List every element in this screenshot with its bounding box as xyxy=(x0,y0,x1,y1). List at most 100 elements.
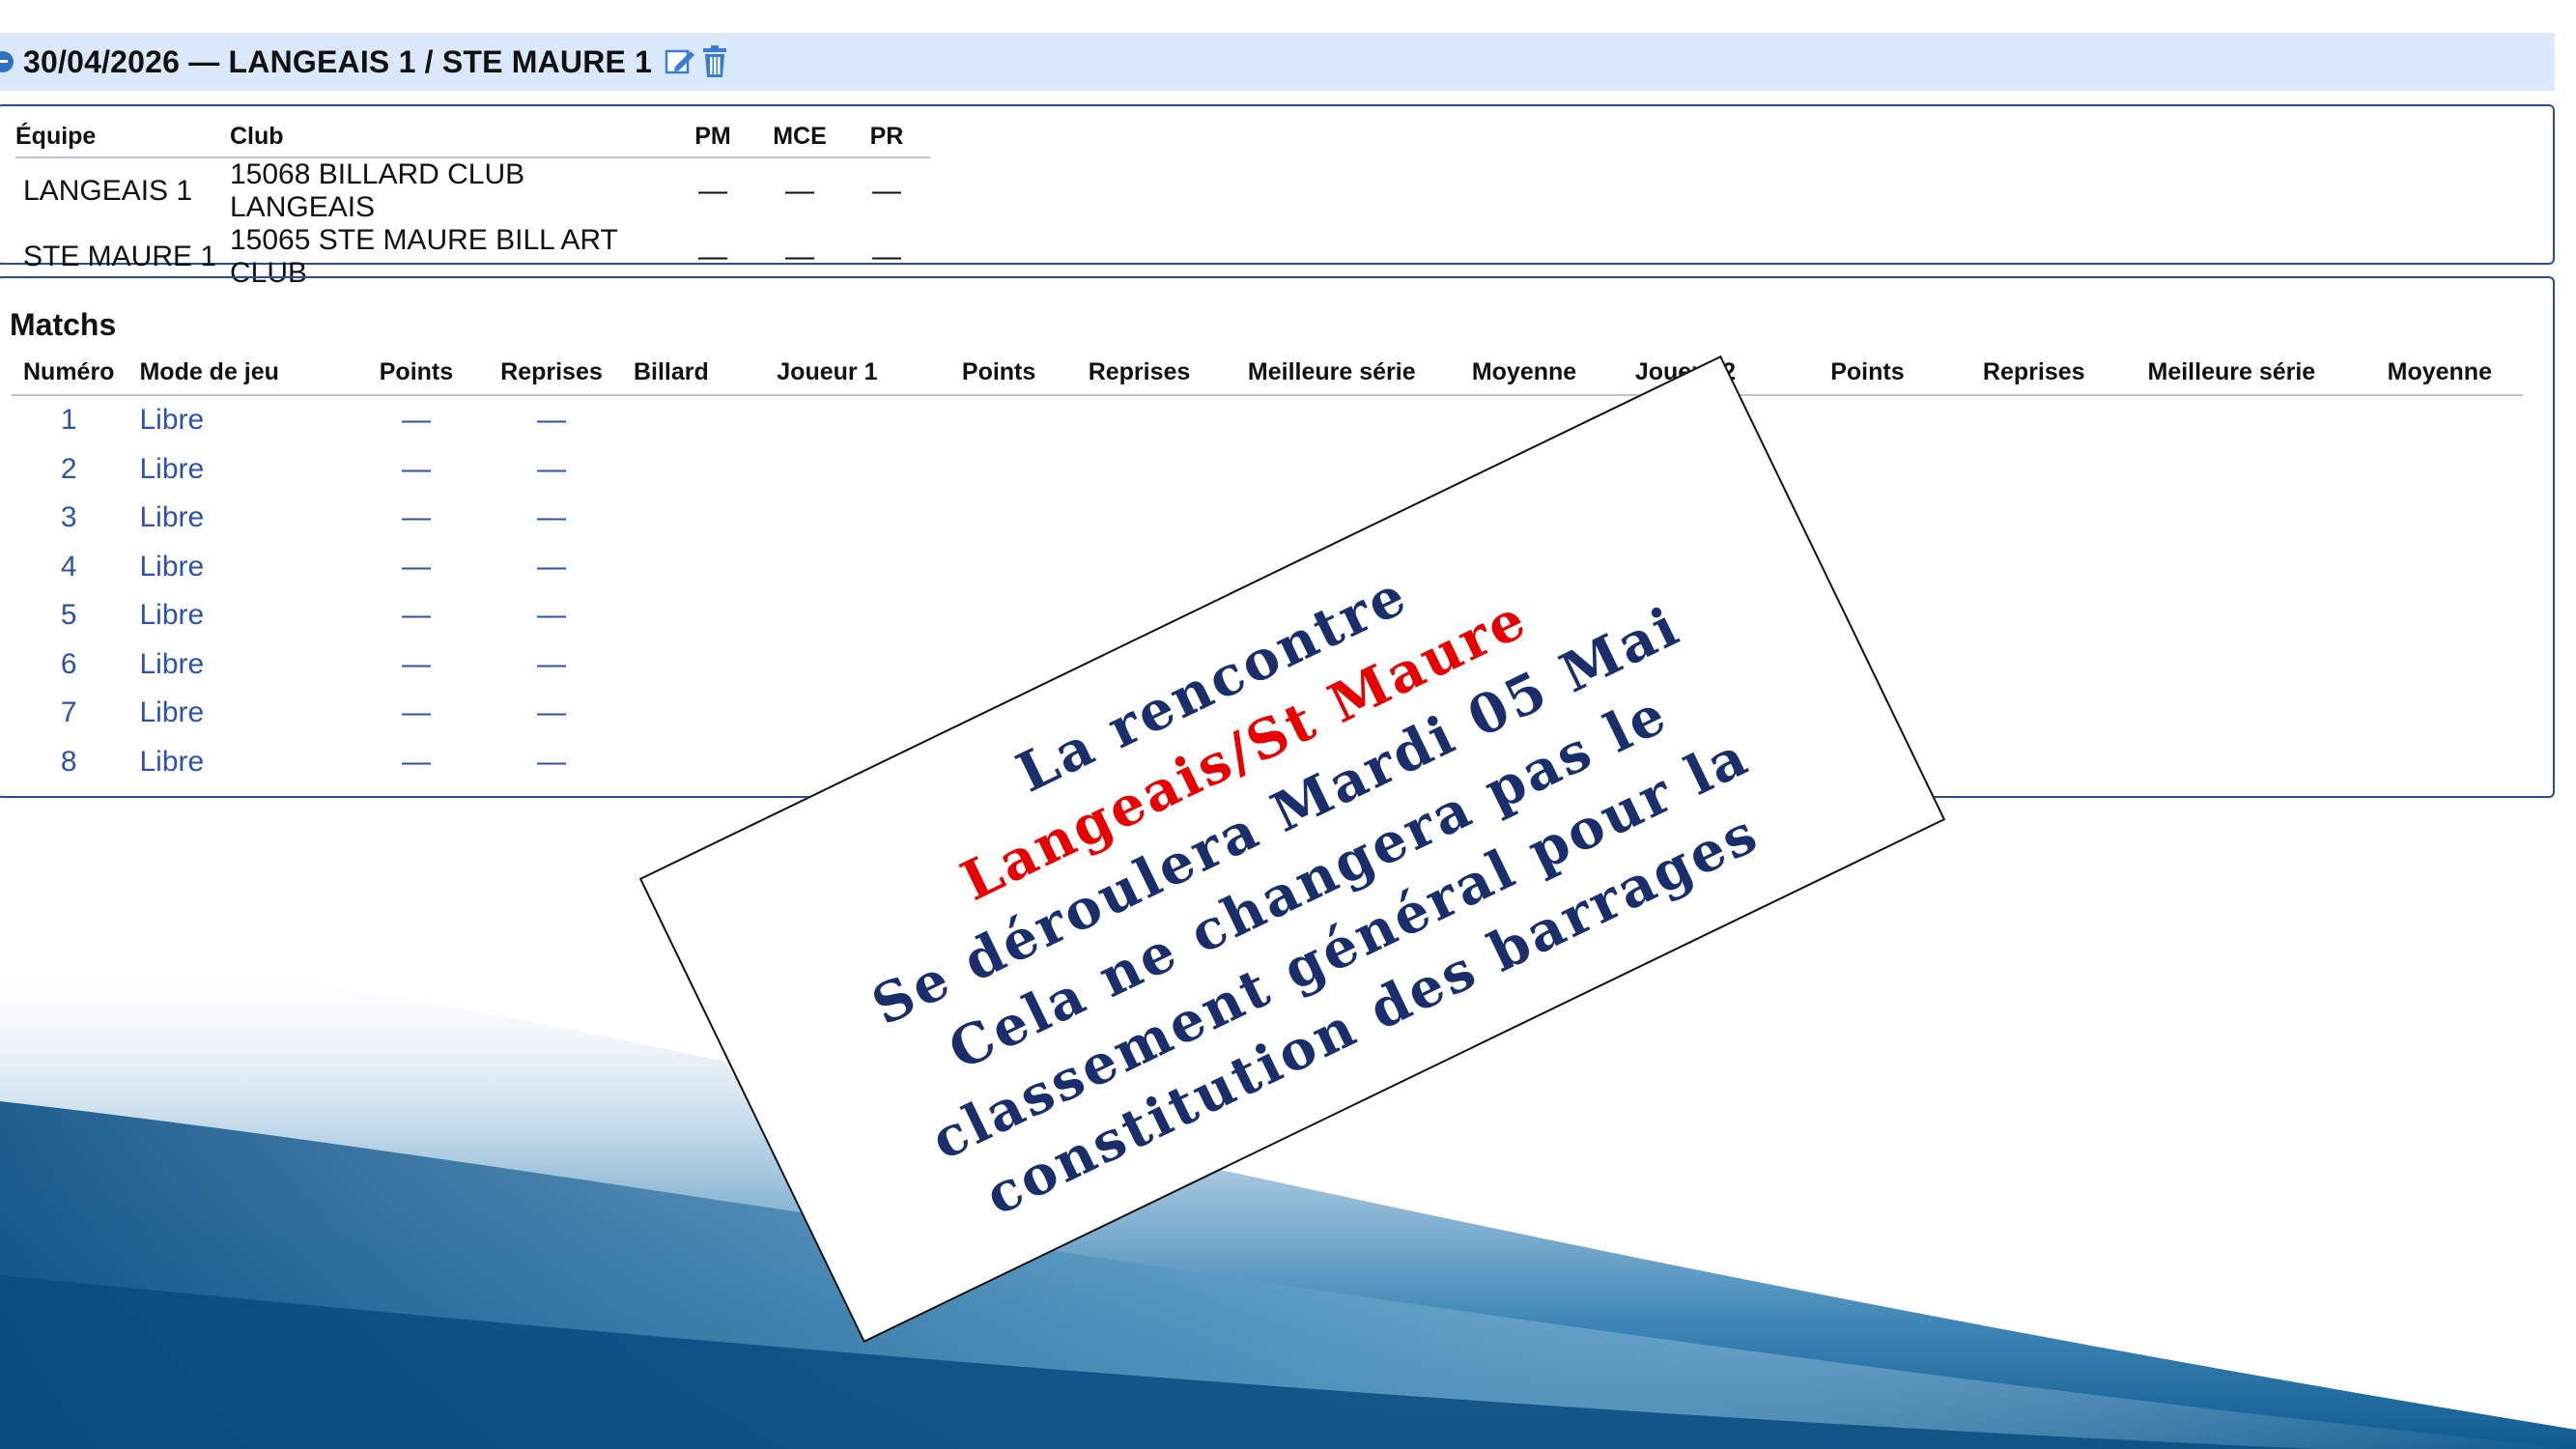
trash-icon[interactable] xyxy=(700,45,729,78)
match-reprises: — xyxy=(536,404,566,437)
match-empty-cell xyxy=(619,689,723,738)
match-empty-cell xyxy=(619,738,723,787)
column-header-numero: Numéro xyxy=(12,355,127,396)
match-empty-cell xyxy=(619,494,723,543)
match-empty-cell xyxy=(723,591,931,640)
match-empty-cell xyxy=(1066,445,1212,495)
match-empty-cell xyxy=(931,591,1066,640)
match-mode-link[interactable]: Libre xyxy=(126,738,348,787)
match-number[interactable]: 1 xyxy=(12,395,126,445)
matchs-title: Matchs xyxy=(10,307,117,342)
match-empty-cell xyxy=(1961,640,2107,690)
match-empty-cell xyxy=(2107,395,2356,445)
match-empty-cell xyxy=(723,640,931,690)
club-name: 15068 BILLARD CLUB LANGEAIS xyxy=(230,158,525,223)
match-mode-link[interactable]: Libre xyxy=(126,395,348,445)
match-empty-cell xyxy=(619,543,723,592)
column-header-mce: MCE xyxy=(756,120,843,158)
match-empty-cell xyxy=(1961,494,2107,543)
column-header-points: Points xyxy=(348,355,484,396)
match-title: 30/04/2026 — LANGEAIS 1 / STE MAURE 1 xyxy=(23,43,653,79)
collapse-toggle-icon[interactable] xyxy=(0,51,14,72)
match-empty-cell xyxy=(1212,445,1452,495)
column-header-moyenne-j1: Moyenne xyxy=(1451,355,1598,396)
teams-panel: Équipe Club PM MCE PR LANGEAIS 1 15068 B… xyxy=(0,104,2555,289)
match-points: — xyxy=(401,647,431,680)
match-empty-cell xyxy=(2357,494,2523,543)
match-empty-cell xyxy=(1961,591,2107,640)
match-points: — xyxy=(401,501,431,534)
match-mode-link[interactable]: Libre xyxy=(126,640,348,690)
match-reprises: — xyxy=(536,452,566,485)
match-empty-cell xyxy=(1066,543,1212,592)
match-empty-cell xyxy=(1773,445,1961,495)
match-number[interactable]: 8 xyxy=(12,738,126,787)
match-mode-link[interactable]: Libre xyxy=(126,543,348,592)
match-reprises: — xyxy=(536,599,566,632)
column-header-club: Club xyxy=(230,120,669,158)
match-empty-cell xyxy=(619,395,723,445)
match-empty-cell xyxy=(1066,494,1212,543)
match-number[interactable]: 3 xyxy=(12,494,126,543)
match-empty-cell xyxy=(723,543,931,592)
match-points: — xyxy=(401,599,431,632)
match-empty-cell xyxy=(2357,640,2523,690)
match-number[interactable]: 5 xyxy=(12,591,126,640)
match-empty-cell xyxy=(2107,494,2356,543)
team-row: LANGEAIS 1 15068 BILLARD CLUB LANGEAIS —… xyxy=(15,157,930,224)
match-empty-cell xyxy=(2357,445,2523,495)
column-header-mode: Mode de jeu xyxy=(126,355,349,396)
column-header-reprises: Reprises xyxy=(483,355,619,396)
match-points: — xyxy=(401,550,431,582)
column-header-pm: PM xyxy=(669,120,756,158)
match-number[interactable]: 2 xyxy=(12,445,126,495)
match-empty-cell xyxy=(2357,543,2523,592)
pr-value: — xyxy=(872,175,901,207)
match-reprises: — xyxy=(536,550,566,582)
match-empty-cell xyxy=(2357,591,2523,640)
match-empty-cell xyxy=(2357,689,2523,738)
edit-icon[interactable] xyxy=(664,45,696,78)
column-header-points-j1: Points xyxy=(931,355,1067,396)
match-reprises: — xyxy=(536,501,566,534)
match-empty-cell xyxy=(2107,689,2356,738)
match-empty-cell xyxy=(2107,738,2356,787)
pm-value: — xyxy=(698,175,727,207)
match-header-bar: 30/04/2026 — LANGEAIS 1 / STE MAURE 1 xyxy=(0,33,2555,91)
match-empty-cell xyxy=(619,640,723,690)
match-mode-link[interactable]: Libre xyxy=(126,591,348,640)
column-header-pr: PR xyxy=(843,120,930,158)
match-empty-cell xyxy=(723,445,931,495)
match-number[interactable]: 4 xyxy=(12,543,126,592)
match-mode-link[interactable]: Libre xyxy=(126,689,348,738)
match-reprises: — xyxy=(536,647,566,680)
match-number[interactable]: 6 xyxy=(12,640,126,690)
match-empty-cell xyxy=(723,689,931,738)
match-empty-cell xyxy=(723,395,931,445)
match-reprises: — xyxy=(536,745,566,778)
match-reprises: — xyxy=(536,696,566,729)
match-row: 1 Libre — — xyxy=(12,395,2523,445)
match-empty-cell xyxy=(1961,445,2107,495)
match-empty-cell xyxy=(2357,395,2523,445)
match-empty-cell xyxy=(1212,395,1452,445)
match-empty-cell xyxy=(1961,689,2107,738)
match-empty-cell xyxy=(619,445,723,495)
match-points: — xyxy=(401,404,431,437)
match-empty-cell xyxy=(1961,395,2107,445)
match-points: — xyxy=(401,745,431,778)
mce-value: — xyxy=(785,175,814,207)
match-empty-cell xyxy=(1066,395,1212,445)
teams-table: Équipe Club PM MCE PR LANGEAIS 1 15068 B… xyxy=(15,120,930,290)
match-mode-link[interactable]: Libre xyxy=(126,494,348,543)
match-mode-link[interactable]: Libre xyxy=(126,445,348,495)
column-header-equipe: Équipe xyxy=(15,120,230,158)
match-row: 2 Libre — — xyxy=(12,445,2523,495)
column-header-meilleure-serie-j1: Meilleure série xyxy=(1211,355,1452,396)
match-empty-cell xyxy=(1961,543,2107,592)
column-header-meilleure-serie-j2: Meilleure série xyxy=(2107,355,2357,396)
match-row: 3 Libre — — xyxy=(12,494,2523,543)
column-header-reprises-j2: Reprises xyxy=(1961,355,2108,396)
match-number[interactable]: 7 xyxy=(12,689,126,738)
match-empty-cell xyxy=(2107,591,2356,640)
